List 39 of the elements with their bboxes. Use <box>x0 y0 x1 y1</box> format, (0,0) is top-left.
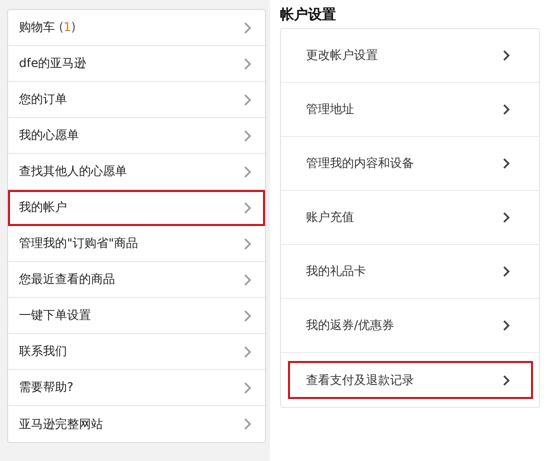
menu-item[interactable]: 我的帐户 <box>8 190 265 226</box>
menu-item[interactable]: dfe的亚马逊 <box>8 46 265 82</box>
settings-item[interactable]: 查看支付及退款记录 <box>288 361 533 399</box>
menu-item[interactable]: 购物车 (1) <box>8 10 265 46</box>
menu-item[interactable]: 需要帮助? <box>8 370 265 406</box>
menu-item[interactable]: 您的订单 <box>8 82 265 118</box>
chevron-icon <box>244 418 251 430</box>
chevron-icon <box>244 22 251 34</box>
menu-item[interactable]: 您最近查看的商品 <box>8 262 265 298</box>
chevron-icon <box>503 212 510 223</box>
menu-item[interactable]: 我的心愿单 <box>8 118 265 154</box>
settings-item[interactable]: 更改帐户设置 <box>288 37 533 74</box>
settings-item[interactable]: 管理地址 <box>288 91 533 128</box>
chevron-icon <box>244 382 251 394</box>
menu-item[interactable]: 查找其他人的心愿单 <box>8 154 265 190</box>
settings-item[interactable]: 管理我的内容和设备 <box>288 145 533 182</box>
chevron-icon <box>244 166 251 178</box>
settings-item[interactable]: 账户充值 <box>288 199 533 236</box>
chevron-icon <box>244 58 251 70</box>
chevron-icon <box>503 50 510 61</box>
menu-item[interactable]: 联系我们 <box>8 334 265 370</box>
chevron-icon <box>244 238 251 250</box>
menu-item[interactable]: 管理我的"订购省"商品 <box>8 226 265 262</box>
menu-item[interactable]: 亚马逊完整网站 <box>8 406 265 442</box>
chevron-icon <box>503 266 510 277</box>
chevron-icon <box>244 274 251 286</box>
chevron-icon <box>244 94 251 106</box>
chevron-icon <box>503 320 510 331</box>
chevron-icon <box>244 202 251 214</box>
settings-item[interactable]: 我的返券/优惠券 <box>288 307 533 344</box>
chevron-icon <box>244 310 251 322</box>
section-title: 帐户设置 <box>280 6 337 25</box>
chevron-icon <box>503 374 510 386</box>
chevron-icon <box>244 346 251 358</box>
menu-item[interactable]: 一键下单设置 <box>8 298 265 334</box>
settings-item[interactable]: 我的礼品卡 <box>288 253 533 290</box>
chevron-icon <box>503 104 510 115</box>
chevron-icon <box>244 130 251 142</box>
chevron-icon <box>503 158 510 169</box>
